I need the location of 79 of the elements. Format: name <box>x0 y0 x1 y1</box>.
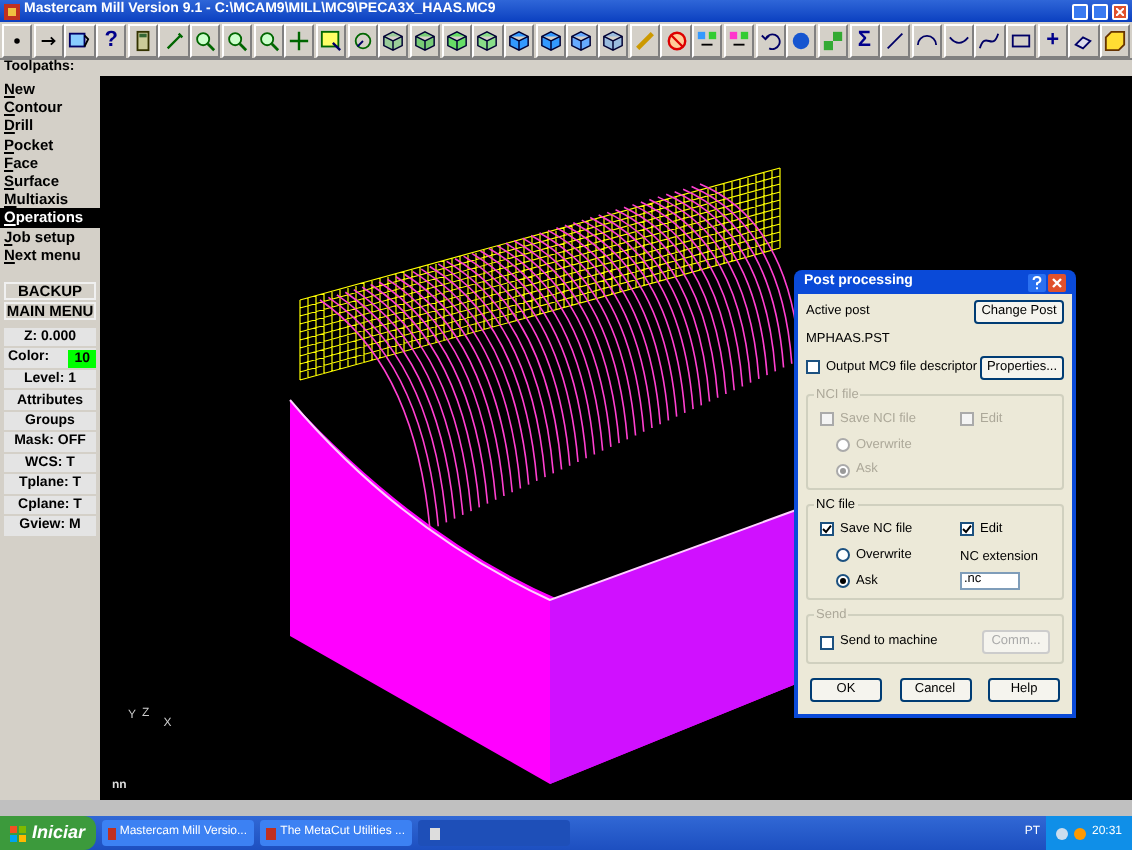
toolbar-button[interactable] <box>566 23 598 57</box>
close-button[interactable] <box>1112 3 1128 19</box>
toolbar-button[interactable] <box>974 23 1005 57</box>
maximize-button[interactable] <box>1092 3 1108 19</box>
crosshair-icon <box>288 29 311 51</box>
toolbar-button[interactable]: + <box>1037 23 1068 57</box>
toolbar-button[interactable]: Σ <box>849 23 880 57</box>
toolbar-button[interactable] <box>755 23 786 57</box>
no-entry-icon <box>665 29 688 51</box>
close-icon <box>1116 7 1124 15</box>
cube-icon <box>602 29 625 51</box>
pencil-icon <box>633 29 656 51</box>
toolbar-button[interactable] <box>911 23 943 57</box>
toolbar-button[interactable] <box>158 23 190 57</box>
cube-icon <box>382 29 405 51</box>
cube-icon <box>539 29 562 51</box>
minimize-button[interactable] <box>1072 3 1088 19</box>
toolbar-button[interactable] <box>347 23 378 57</box>
toolbar-button[interactable] <box>441 23 472 57</box>
zoom-icon <box>257 29 280 51</box>
app-icon <box>4 3 20 19</box>
arc-icon <box>916 34 939 46</box>
checkbox[interactable] <box>820 522 834 537</box>
toolbar-button[interactable] <box>535 23 566 57</box>
window-icon <box>107 827 116 839</box>
start-button[interactable]: Iniciar <box>0 816 96 850</box>
radio-button[interactable] <box>836 548 850 563</box>
toolbar-button[interactable] <box>2 23 33 57</box>
cube-icon <box>476 29 499 51</box>
cube-icon <box>570 29 593 51</box>
zoom-icon <box>225 29 248 51</box>
cube-icon <box>445 29 468 51</box>
toolbar-button[interactable] <box>1100 23 1131 57</box>
toolbar-button[interactable] <box>378 23 409 57</box>
line-icon <box>884 29 907 51</box>
close-button[interactable] <box>1048 273 1066 291</box>
toolbar-button[interactable] <box>598 23 629 57</box>
toolbar-button[interactable] <box>1068 23 1100 57</box>
toolbar-button[interactable] <box>284 23 315 57</box>
checkbox[interactable] <box>960 522 974 537</box>
taskbar-task[interactable] <box>417 820 570 846</box>
calculator-icon <box>131 29 154 51</box>
window-icon <box>429 827 440 839</box>
toolbar-button[interactable] <box>253 23 284 57</box>
windows-logo-icon <box>10 825 26 841</box>
radio-button[interactable] <box>836 573 850 588</box>
help-icon <box>1032 275 1042 289</box>
toolbar-button[interactable]: ? <box>96 23 127 57</box>
check-icon <box>822 524 832 535</box>
toolbar-button[interactable] <box>880 23 911 57</box>
toolbar-button[interactable] <box>472 23 503 57</box>
toolbar-button[interactable] <box>786 23 817 57</box>
toolbar-button[interactable] <box>943 23 974 57</box>
toolbar-button[interactable] <box>33 23 64 57</box>
spline-icon <box>978 29 1001 51</box>
toolbar-button[interactable] <box>504 23 535 57</box>
check-icon <box>962 524 972 535</box>
rectangle-icon <box>1010 29 1033 51</box>
shapes-icon <box>821 29 844 51</box>
checkbox[interactable] <box>806 360 820 375</box>
toolbar-button[interactable] <box>315 23 347 57</box>
close-icon <box>1052 277 1062 287</box>
toolbar-button[interactable] <box>221 23 252 57</box>
cube-icon <box>508 29 531 51</box>
sphere-icon <box>790 29 813 51</box>
screen-icon <box>68 29 91 51</box>
zoom-icon <box>194 29 217 51</box>
toolbar-button[interactable] <box>190 23 221 57</box>
help-button[interactable] <box>1028 273 1046 291</box>
window-icon <box>319 29 342 51</box>
undo-icon <box>759 29 782 51</box>
toolbar-button[interactable] <box>1006 23 1037 57</box>
window-icon <box>265 827 277 839</box>
toolbar-button[interactable] <box>64 23 96 57</box>
pen-icon <box>163 29 186 51</box>
toolbar-button[interactable] <box>409 23 441 57</box>
box-icon <box>1104 29 1127 51</box>
toolbar-button[interactable] <box>127 23 158 57</box>
cube-icon <box>414 29 437 51</box>
